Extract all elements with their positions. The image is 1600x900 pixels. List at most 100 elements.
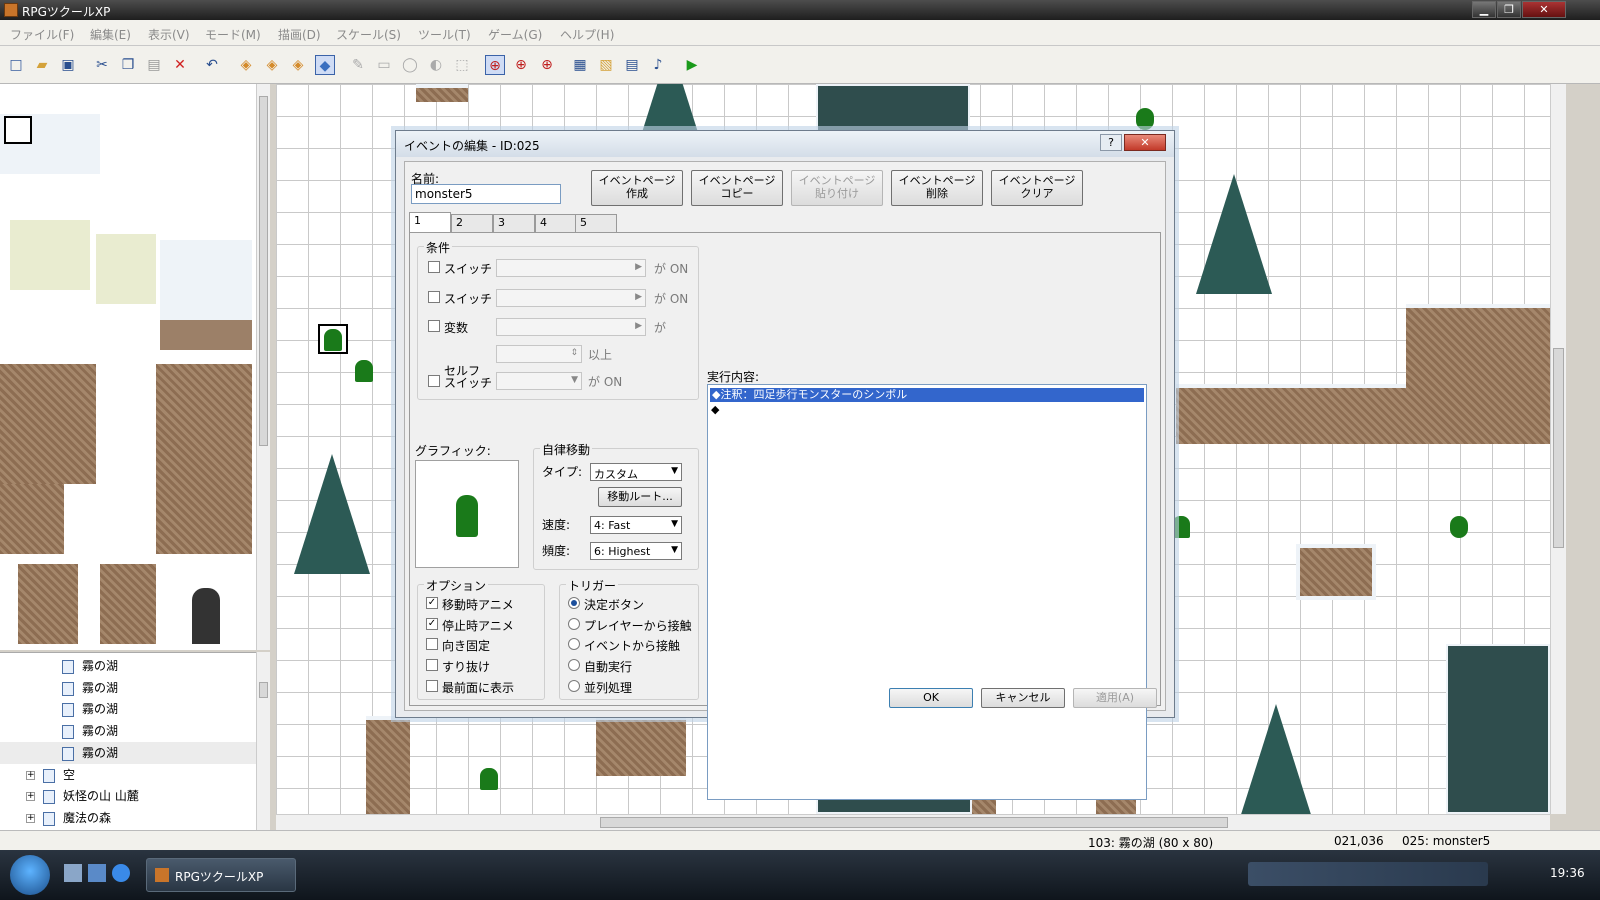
copy-page-button[interactable]: イベントページ コピー	[691, 170, 783, 206]
frequency-select[interactable]: 6: Highest ▼	[590, 542, 682, 560]
system-tray[interactable]	[1248, 862, 1488, 886]
expand-icon[interactable]: +	[26, 792, 35, 801]
map-vertical-scrollbar[interactable]	[1550, 84, 1566, 814]
clock[interactable]: 19:36	[1550, 866, 1585, 880]
show-desktop-icon[interactable]	[64, 864, 82, 882]
event-marker[interactable]	[1450, 516, 1468, 538]
tab-page-1[interactable]: 1	[409, 212, 451, 232]
play-icon[interactable]: ▶	[682, 55, 702, 75]
maximize-button[interactable]: ❐	[1497, 1, 1521, 18]
tab-page-5[interactable]: 5	[575, 214, 617, 232]
rectangle-icon[interactable]: ▭	[374, 55, 394, 75]
paste-page-button[interactable]: イベントページ 貼り付け	[791, 170, 883, 206]
cancel-button[interactable]: キャンセル	[981, 688, 1065, 708]
tree-item[interactable]: 霧の湖	[62, 721, 118, 741]
trigger-player-touch-radio[interactable]	[568, 618, 580, 630]
command-row[interactable]: ◆	[711, 403, 719, 416]
zoom-1-icon[interactable]: ⊕	[485, 55, 505, 75]
taskbar-app-button[interactable]: RPGツクールXP	[146, 858, 296, 892]
self-switch-select[interactable]: ▼	[496, 372, 582, 390]
map-vscroll-thumb[interactable]	[1553, 348, 1564, 548]
expand-icon[interactable]: +	[26, 814, 35, 823]
map-hscroll-thumb[interactable]	[600, 817, 1228, 828]
open-folder-icon[interactable]: ▰	[32, 55, 52, 75]
switch2-checkbox[interactable]	[428, 291, 440, 303]
sound-icon[interactable]: ♪	[648, 55, 668, 75]
clear-page-button[interactable]: イベントページ クリア	[991, 170, 1083, 206]
event-marker[interactable]	[480, 768, 498, 790]
variable-value-spinner[interactable]: ⇕	[496, 345, 582, 363]
new-page-button[interactable]: イベントページ 作成	[591, 170, 683, 206]
new-file-icon[interactable]: □	[6, 55, 26, 75]
menu-tools[interactable]: ツール(T)	[418, 26, 471, 43]
menu-edit[interactable]: 編集(E)	[90, 26, 131, 43]
pencil-icon[interactable]: ✎	[348, 55, 368, 75]
material-icon[interactable]: ▧	[596, 55, 616, 75]
tileset-scrollbar[interactable]	[256, 84, 270, 650]
tab-page-4[interactable]: 4	[535, 214, 577, 232]
undo-icon[interactable]: ↶	[202, 55, 222, 75]
zoom-4-icon[interactable]: ⊕	[537, 55, 557, 75]
tree-item-selected[interactable]: 霧の湖	[62, 743, 118, 763]
map-tree-scroll-thumb[interactable]	[259, 682, 268, 698]
map-tree-scrollbar[interactable]	[256, 652, 270, 830]
copy-icon[interactable]: ❐	[118, 55, 138, 75]
layer1-icon[interactable]: ◈	[236, 55, 256, 75]
speed-select[interactable]: 4: Fast ▼	[590, 516, 682, 534]
walk-anime-checkbox[interactable]: ✓	[426, 597, 438, 609]
event-marker-selected[interactable]	[318, 324, 348, 354]
menu-draw[interactable]: 描画(D)	[278, 26, 321, 43]
help-button[interactable]: ?	[1100, 134, 1122, 151]
variable-checkbox[interactable]	[428, 320, 440, 332]
ok-button[interactable]: OK	[889, 688, 973, 708]
event-marker[interactable]	[355, 360, 373, 382]
tileset-palette[interactable]	[0, 84, 256, 650]
ie-icon[interactable]	[112, 864, 130, 882]
through-checkbox[interactable]	[426, 659, 438, 671]
script-icon[interactable]: ▤	[622, 55, 642, 75]
step-anime-checkbox[interactable]: ✓	[426, 618, 438, 630]
always-on-top-checkbox[interactable]	[426, 680, 438, 692]
dialog-close-button[interactable]: ✕	[1124, 134, 1166, 151]
tab-page-2[interactable]: 2	[451, 214, 493, 232]
ellipse-icon[interactable]: ◯	[400, 55, 420, 75]
switch1-checkbox[interactable]	[428, 261, 440, 273]
self-switch-checkbox[interactable]	[428, 375, 440, 387]
switch1-select[interactable]: ▶	[496, 259, 646, 277]
delete-page-button[interactable]: イベントページ 削除	[891, 170, 983, 206]
menu-game[interactable]: ゲーム(G)	[488, 26, 542, 43]
move-route-button[interactable]: 移動ルート...	[598, 487, 682, 507]
menu-file[interactable]: ファイル(F)	[10, 26, 74, 43]
menu-mode[interactable]: モード(M)	[205, 26, 261, 43]
trigger-action-button-radio[interactable]	[568, 597, 580, 609]
event-commands-list[interactable]: ◆注釈：四足歩行モンスターのシンボル ◆	[707, 384, 1147, 800]
minimize-button[interactable]: ▁	[1472, 1, 1496, 18]
layer3-icon[interactable]: ◈	[288, 55, 308, 75]
movement-type-select[interactable]: カスタム ▼	[590, 463, 682, 481]
paste-icon[interactable]: ▤	[144, 55, 164, 75]
database-icon[interactable]: ▦	[570, 55, 590, 75]
map-horizontal-scrollbar[interactable]	[276, 814, 1550, 830]
expand-icon[interactable]: +	[26, 771, 35, 780]
cut-icon[interactable]: ✂	[92, 55, 112, 75]
select-icon[interactable]: ⬚	[452, 55, 472, 75]
menu-help[interactable]: ヘルプ(H)	[560, 26, 614, 43]
tileset-scroll-thumb[interactable]	[259, 96, 268, 446]
delete-icon[interactable]: ✕	[170, 55, 190, 75]
menu-view[interactable]: 表示(V)	[148, 26, 190, 43]
trigger-autorun-radio[interactable]	[568, 659, 580, 671]
tab-page-3[interactable]: 3	[493, 214, 535, 232]
tree-item[interactable]: 霧の湖	[62, 699, 118, 719]
command-row-selected[interactable]: ◆注釈：四足歩行モンスターのシンボル	[710, 388, 1144, 402]
variable-select[interactable]: ▶	[496, 318, 646, 336]
save-icon[interactable]: ▣	[58, 55, 78, 75]
switch2-select[interactable]: ▶	[496, 289, 646, 307]
event-layer-icon[interactable]: ◆	[315, 55, 335, 75]
event-marker[interactable]	[1136, 108, 1154, 130]
tree-item[interactable]: + 妖怪の山 山麓	[26, 786, 139, 806]
direction-fix-checkbox[interactable]	[426, 638, 438, 650]
apply-button[interactable]: 適用(A)	[1073, 688, 1157, 708]
trigger-parallel-radio[interactable]	[568, 680, 580, 692]
name-input[interactable]	[411, 184, 561, 204]
zoom-2-icon[interactable]: ⊕	[511, 55, 531, 75]
